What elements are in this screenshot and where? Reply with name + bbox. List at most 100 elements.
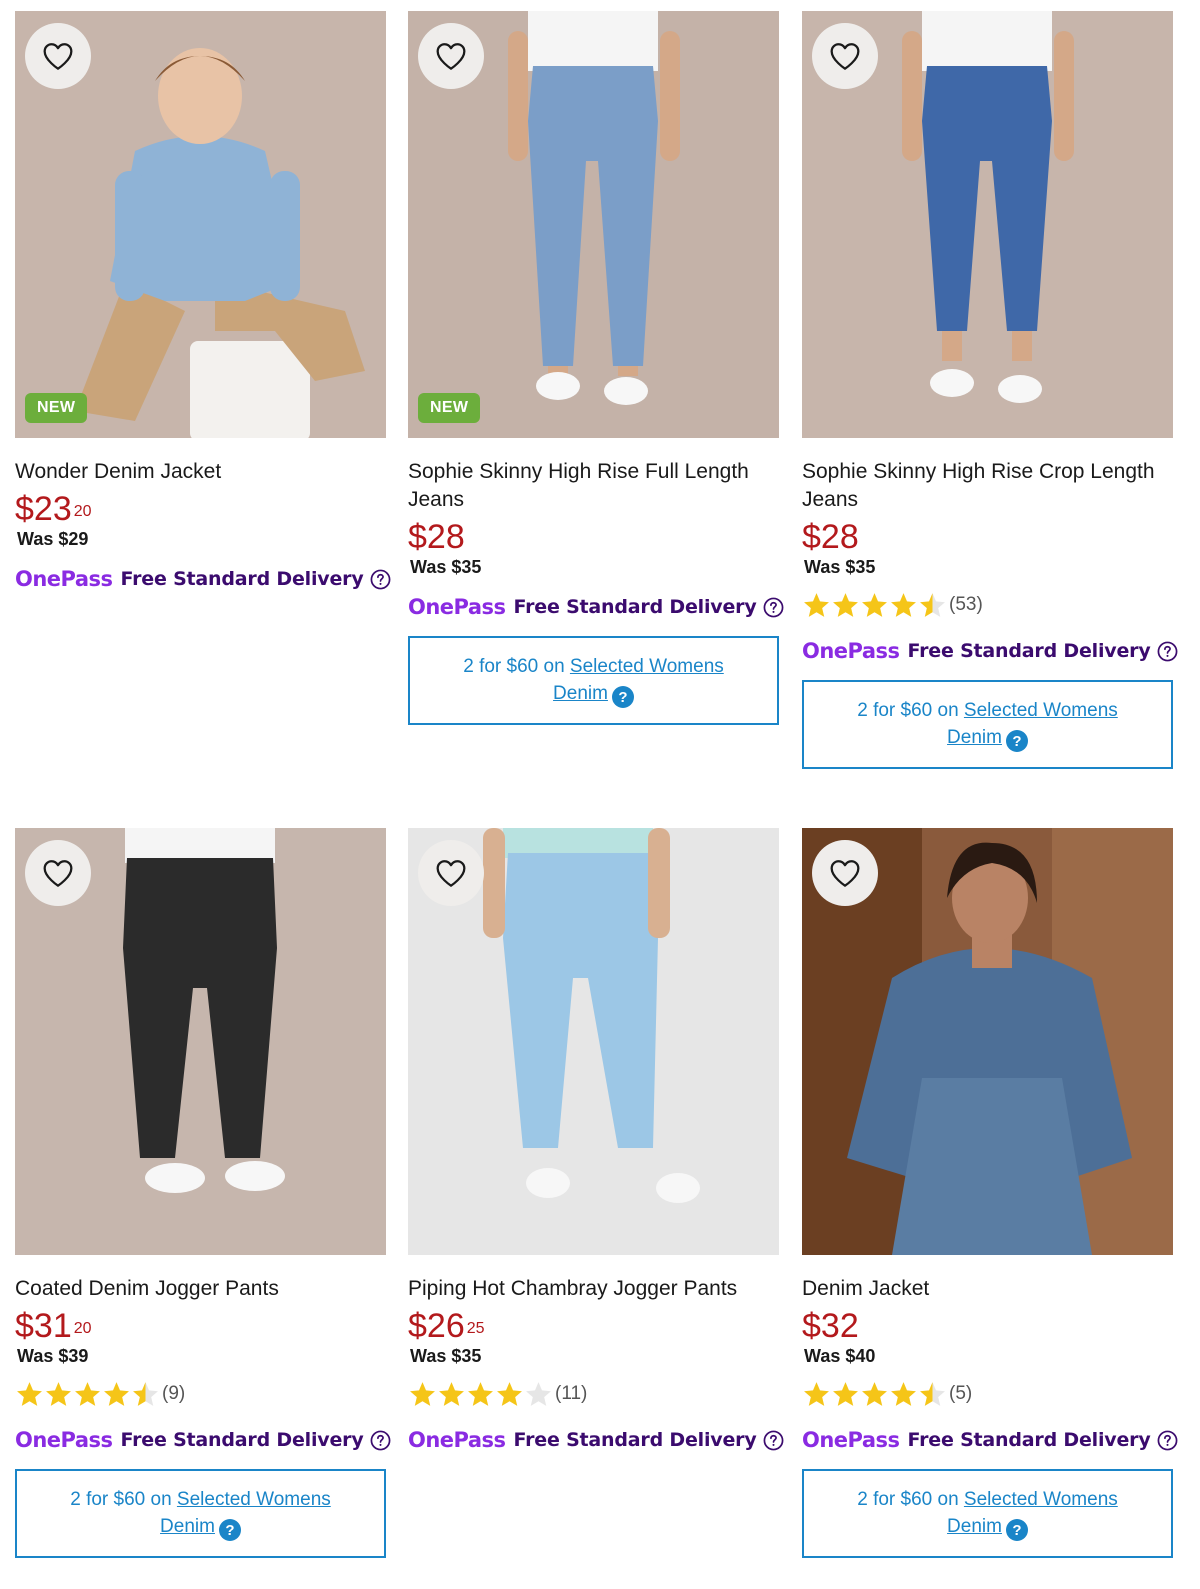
product-title[interactable]: Wonder Denim Jacket (15, 458, 386, 486)
star-icon (804, 592, 829, 617)
was-price: Was $35 (410, 557, 482, 577)
product-price: $28 (802, 518, 1173, 556)
star-icon (468, 1381, 493, 1406)
star-icon (104, 1381, 129, 1406)
heart-outline-icon (42, 858, 74, 888)
question-circle-icon[interactable] (1151, 1430, 1178, 1451)
product-rating[interactable]: (53) (802, 588, 1173, 622)
promo-help-icon[interactable]: ? (611, 686, 634, 709)
star-icon (862, 1381, 887, 1406)
product-rating[interactable]: (11) (408, 1377, 779, 1411)
new-badge: NEW (418, 393, 481, 423)
delivery-text: Free Standard Delivery (513, 1429, 757, 1451)
question-circle-icon[interactable] (757, 597, 784, 618)
star-icon (891, 592, 916, 617)
onepass-logo: OnePass (15, 1428, 113, 1452)
heart-outline-icon (435, 41, 467, 71)
rating-stars (408, 1380, 553, 1409)
price-dollars: $32 (802, 1307, 859, 1345)
wishlist-button[interactable] (25, 23, 91, 89)
product-image-wrapper[interactable] (15, 828, 386, 1255)
promo-box: 2 for $60 on Selected Womens Denim? (802, 1469, 1173, 1558)
new-badge: NEW (25, 393, 88, 423)
product-image-wrapper[interactable]: NEW (408, 11, 779, 438)
question-circle-icon[interactable] (757, 1430, 784, 1451)
heart-outline-icon (435, 858, 467, 888)
product-image-wrapper[interactable]: NEW (15, 11, 386, 438)
product-title[interactable]: Sophie Skinny High Rise Crop Length Jean… (802, 458, 1173, 514)
rating-stars (802, 591, 947, 620)
product-title[interactable]: Denim Jacket (802, 1275, 1173, 1303)
promo-text: 2 for $60 on (70, 1488, 172, 1510)
star-icon (75, 1381, 100, 1406)
product-image-wrapper[interactable] (802, 828, 1173, 1255)
onepass-logo: OnePass (15, 567, 113, 591)
wishlist-button[interactable] (418, 23, 484, 89)
product-title[interactable]: Coated Denim Jogger Pants (15, 1275, 386, 1303)
delivery-text: Free Standard Delivery (907, 640, 1151, 662)
promo-help-icon[interactable]: ? (1005, 1519, 1028, 1542)
question-circle-icon[interactable] (1151, 641, 1178, 662)
star-icon (804, 1381, 829, 1406)
promo-help-icon[interactable]: ? (1005, 730, 1028, 753)
review-count[interactable]: (5) (949, 1383, 972, 1405)
rating-stars (802, 1380, 947, 1409)
star-icon (833, 592, 858, 617)
product-price: $32 (802, 1307, 1173, 1345)
was-price: Was $39 (17, 1346, 89, 1366)
price-cents: 20 (73, 503, 92, 520)
product-card[interactable]: Sophie Skinny High Rise Crop Length Jean… (802, 11, 1177, 769)
product-title[interactable]: Sophie Skinny High Rise Full Length Jean… (408, 458, 779, 514)
promo-help-icon[interactable]: ? (218, 1519, 241, 1542)
delivery-text: Free Standard Delivery (513, 596, 757, 618)
product-card[interactable]: Piping Hot Chambray Jogger Pants $26 25 Was… (408, 828, 783, 1455)
promo-box: 2 for $60 on Selected Womens Denim? (802, 680, 1173, 769)
price-dollars: $28 (802, 518, 859, 556)
promo-link[interactable]: Selected Womens Denim (947, 1489, 1118, 1537)
wishlist-button[interactable] (812, 840, 878, 906)
star-icon (920, 1381, 945, 1406)
promo-text: 2 for $60 on (463, 655, 565, 677)
star-icon (891, 1381, 916, 1406)
wishlist-button[interactable] (25, 840, 91, 906)
product-rating[interactable]: (5) (802, 1377, 1173, 1411)
price-cents: 25 (466, 1320, 485, 1337)
review-count[interactable]: (9) (162, 1383, 185, 1405)
product-image-wrapper[interactable] (802, 11, 1173, 438)
wishlist-button[interactable] (418, 840, 484, 906)
price-cents: 20 (73, 1320, 92, 1337)
review-count[interactable]: (53) (949, 594, 983, 616)
star-icon (497, 1381, 522, 1406)
promo-link[interactable]: Selected Womens Denim (947, 700, 1118, 748)
question-circle-icon[interactable] (364, 1430, 391, 1451)
review-count[interactable]: (11) (555, 1383, 587, 1405)
product-card[interactable]: NEW Sophie Skinny High Rise Full Length J… (408, 11, 783, 725)
product-card[interactable]: Denim Jacket $32 Was $40 (5) OnePass Free Sta… (802, 828, 1177, 1558)
promo-box: 2 for $60 on Selected Womens Denim? (408, 636, 779, 725)
star-icon (920, 592, 945, 617)
heart-outline-icon (829, 41, 861, 71)
price-dollars: $28 (408, 518, 465, 556)
product-image-wrapper[interactable] (408, 828, 779, 1255)
rating-stars (15, 1380, 160, 1409)
onepass-logo: OnePass (408, 595, 506, 619)
promo-link[interactable]: Selected Womens Denim (553, 656, 724, 704)
star-icon (46, 1381, 71, 1406)
wishlist-button[interactable] (812, 23, 878, 89)
onepass-logo: OnePass (802, 639, 900, 663)
promo-text: 2 for $60 on (857, 1488, 959, 1510)
promo-link[interactable]: Selected Womens Denim (160, 1489, 331, 1537)
star-icon (410, 1381, 435, 1406)
product-price: $31 20 (15, 1307, 386, 1345)
question-circle-icon[interactable] (364, 569, 391, 590)
product-rating[interactable]: (9) (15, 1377, 386, 1411)
product-card[interactable]: NEW Wonder Denim Jacket $23 20 Was $29 OnePas… (15, 11, 390, 594)
heart-outline-icon (42, 41, 74, 71)
product-title[interactable]: Piping Hot Chambray Jogger Pants (408, 1275, 779, 1303)
product-card[interactable]: Coated Denim Jogger Pants $31 20 Was $39 (9)… (15, 828, 390, 1558)
product-price: $23 20 (15, 490, 386, 528)
promo-text: 2 for $60 on (857, 699, 959, 721)
star-icon (526, 1381, 551, 1406)
onepass-delivery: OnePass Free Standard Delivery (408, 592, 783, 622)
star-icon (133, 1381, 158, 1406)
